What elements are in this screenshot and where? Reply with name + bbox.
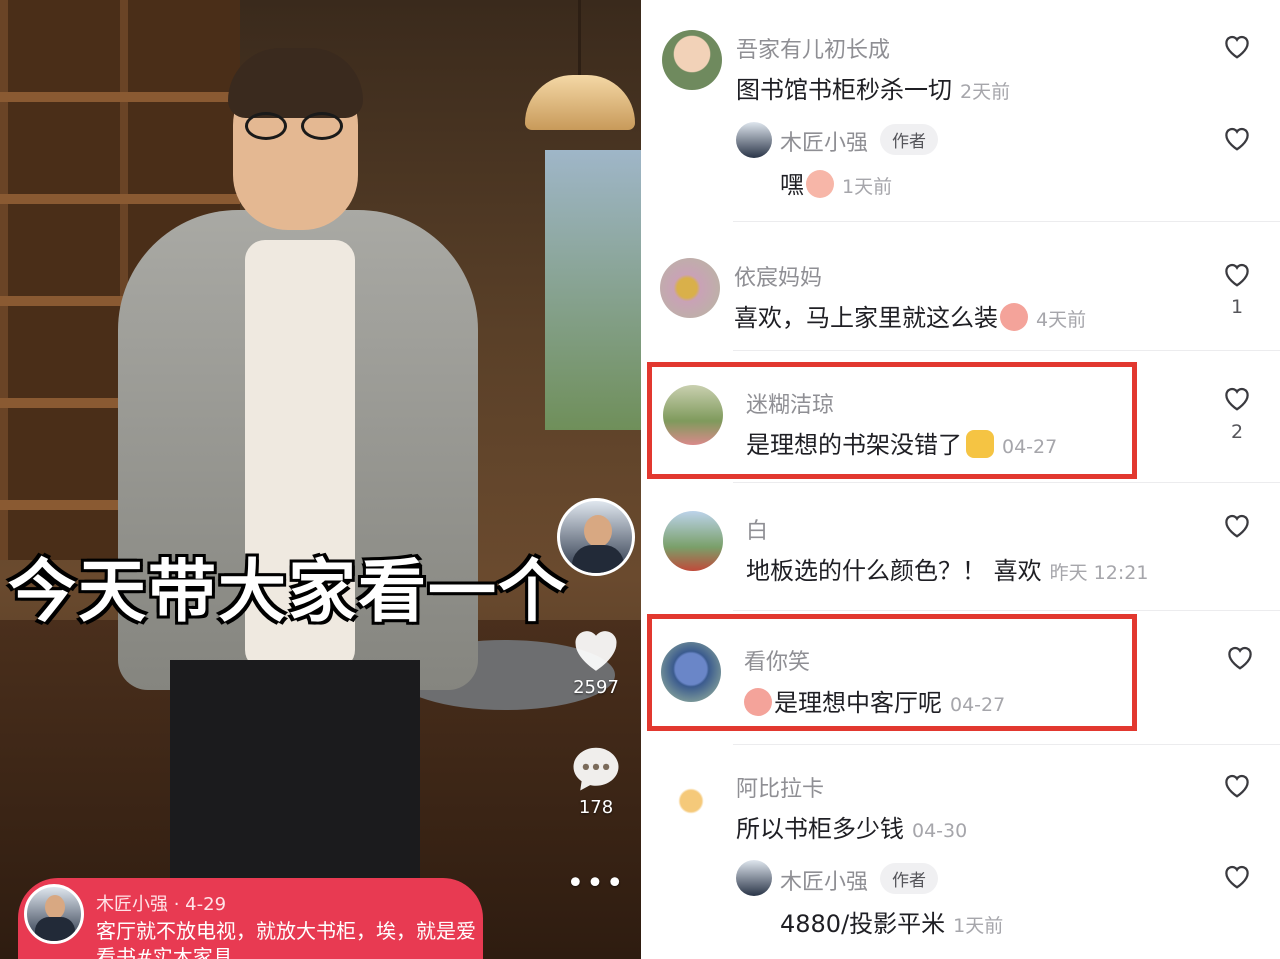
comment-username[interactable]: 看你笑 bbox=[744, 644, 810, 676]
author-badge: 作者 bbox=[880, 124, 939, 155]
comment-like-count: 2 bbox=[1230, 421, 1244, 443]
video-caption[interactable]: 木匠小强 · 4-29 客厅就不放电视，就放大书柜，埃，就是爱看书#实木家具 bbox=[18, 878, 483, 959]
divider bbox=[733, 221, 1280, 222]
comment-text: 地板选的什么颜色？！ 喜欢 昨天 12:21 bbox=[746, 557, 1149, 585]
like-count: 2597 bbox=[573, 677, 619, 698]
comment-like-button[interactable] bbox=[1222, 260, 1252, 288]
user-avatar[interactable] bbox=[660, 258, 720, 318]
comment-like-button[interactable] bbox=[1222, 511, 1252, 539]
caption-author-avatar[interactable] bbox=[24, 884, 84, 944]
comment-username[interactable]: 依宸妈妈 bbox=[734, 260, 822, 292]
comment-count: 178 bbox=[578, 797, 614, 818]
caption-author[interactable]: 木匠小强 bbox=[96, 894, 168, 915]
comment-time: 1天前 bbox=[953, 915, 1004, 937]
comment-time: 昨天 12:21 bbox=[1049, 562, 1149, 584]
heart-outline-icon bbox=[1225, 127, 1249, 151]
caption-meta: 木匠小强 · 4-29 bbox=[96, 890, 226, 916]
comment-text: 所以书柜多少钱 04-30 bbox=[736, 815, 968, 843]
divider bbox=[733, 482, 1280, 483]
video-player[interactable]: 今天带大家看一个 2597 178 ••• 木匠小强 · 4-29 客厅就不放电… bbox=[0, 0, 641, 959]
user-avatar[interactable] bbox=[662, 30, 722, 90]
comment-like-button[interactable] bbox=[1222, 32, 1252, 60]
lamp-cord bbox=[578, 0, 581, 78]
comment-time: 4天前 bbox=[1036, 309, 1087, 331]
caption-date: · 4-29 bbox=[173, 894, 227, 915]
user-avatar[interactable] bbox=[661, 771, 721, 831]
comment-text: 喜欢，马上家里就这么装 4天前 bbox=[734, 303, 1087, 332]
divider bbox=[733, 610, 1280, 611]
thumbs-up-icon bbox=[966, 430, 994, 458]
comment-time: 1天前 bbox=[842, 176, 893, 198]
comment-text: 4880/投影平米 1天前 bbox=[780, 910, 1004, 938]
comment-text: 是理想中客厅呢 04-27 bbox=[744, 683, 1005, 718]
creator-avatar[interactable] bbox=[557, 498, 635, 576]
comment-time: 2天前 bbox=[960, 81, 1011, 103]
comment-like-button[interactable] bbox=[1222, 771, 1252, 799]
heart-outline-icon bbox=[1225, 774, 1249, 798]
heart-outline-icon bbox=[1225, 514, 1249, 538]
divider bbox=[733, 350, 1280, 351]
emoji-icon bbox=[744, 688, 772, 716]
comment-username[interactable]: 木匠小强 作者 bbox=[780, 863, 939, 896]
heart-icon bbox=[575, 631, 617, 671]
comment-button[interactable]: 178 bbox=[552, 743, 640, 818]
comment-text: 是理想的书架没错了 04-27 bbox=[746, 430, 1058, 459]
caption-text: 客厅就不放电视，就放大书柜，埃，就是爱看书#实木家具 bbox=[96, 919, 476, 959]
comment-username[interactable]: 白 bbox=[746, 513, 768, 545]
comment-username[interactable]: 阿比拉卡 bbox=[736, 771, 824, 803]
comment-like-button[interactable] bbox=[1222, 384, 1252, 412]
pendant-lamp bbox=[525, 75, 635, 130]
comment-time: 04-27 bbox=[950, 694, 1006, 716]
heart-outline-icon bbox=[1225, 865, 1249, 889]
user-avatar[interactable] bbox=[661, 642, 721, 702]
emoji-icon bbox=[806, 170, 834, 198]
user-avatar[interactable] bbox=[663, 511, 723, 571]
comment-bubble-icon bbox=[573, 747, 619, 791]
video-subtitle: 今天带大家看一个 bbox=[8, 553, 569, 632]
emoji-icon bbox=[1000, 303, 1028, 331]
author-avatar[interactable] bbox=[736, 122, 772, 158]
like-button[interactable]: 2597 bbox=[552, 623, 640, 698]
comment-like-button[interactable] bbox=[1222, 124, 1252, 152]
comment-username[interactable]: 吾家有儿初长成 bbox=[736, 32, 890, 64]
heart-outline-icon bbox=[1225, 35, 1249, 59]
comment-time: 04-27 bbox=[1002, 436, 1058, 458]
window-background bbox=[545, 150, 641, 430]
comment-list[interactable]: 吾家有儿初长成 图书馆书柜秒杀一切 2天前 木匠小强 作者 嘿 1天前 依宸妈妈 喜欢… bbox=[641, 0, 1280, 959]
presenter-hair bbox=[228, 48, 363, 118]
comment-username[interactable]: 木匠小强 作者 bbox=[780, 124, 939, 157]
heart-outline-icon bbox=[1228, 646, 1252, 670]
user-avatar[interactable] bbox=[663, 385, 723, 445]
comment-text: 嘿 1天前 bbox=[780, 170, 893, 199]
comment-time: 04-30 bbox=[912, 820, 968, 842]
more-options-button[interactable]: ••• bbox=[552, 866, 640, 901]
author-badge: 作者 bbox=[880, 863, 939, 894]
comment-like-button[interactable] bbox=[1225, 643, 1255, 671]
comment-like-count: 1 bbox=[1230, 296, 1244, 318]
heart-outline-icon bbox=[1225, 263, 1249, 287]
presenter-glasses bbox=[245, 112, 345, 140]
divider bbox=[733, 744, 1280, 745]
heart-outline-icon bbox=[1225, 387, 1249, 411]
comment-text: 图书馆书柜秒杀一切 2天前 bbox=[736, 76, 1011, 104]
author-avatar[interactable] bbox=[736, 860, 772, 896]
comment-username[interactable]: 迷糊洁琼 bbox=[746, 387, 834, 419]
comment-like-button[interactable] bbox=[1222, 862, 1252, 890]
